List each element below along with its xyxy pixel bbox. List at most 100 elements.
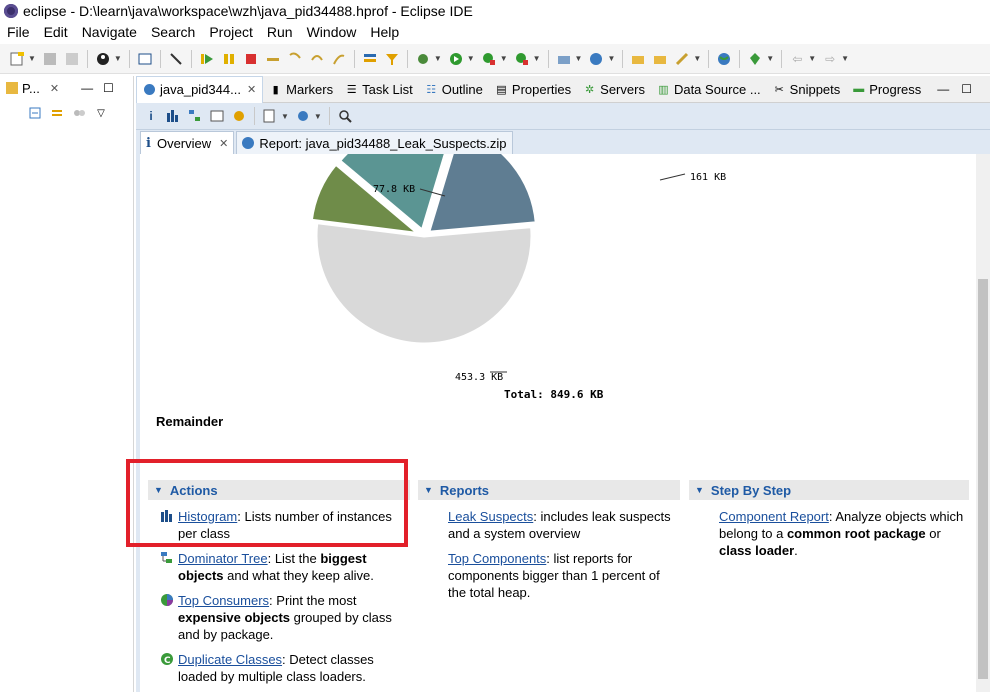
new-icon[interactable] (9, 51, 25, 67)
user-icon[interactable] (95, 51, 111, 67)
histogram-icon[interactable] (165, 108, 181, 124)
scrollbar-thumb[interactable] (978, 279, 988, 679)
menu-navigate[interactable]: Navigate (75, 24, 144, 40)
new-dropdown-icon[interactable]: ▼ (28, 54, 36, 63)
forward-icon[interactable]: ⇨ (822, 51, 838, 67)
user-dropdown-icon[interactable]: ▼ (114, 54, 122, 63)
menu-search[interactable]: Search (144, 24, 202, 40)
console-icon[interactable] (137, 51, 153, 67)
coverage-icon[interactable] (481, 51, 497, 67)
new-server-icon[interactable] (556, 51, 572, 67)
expand-triangle-icon[interactable]: ▼ (424, 485, 433, 495)
menu-help[interactable]: Help (363, 24, 406, 40)
back-icon[interactable]: ⇦ (789, 51, 805, 67)
focus-icon[interactable] (71, 105, 87, 121)
tab-overview-label: Overview (156, 135, 212, 151)
minimize-icon[interactable]: — (937, 82, 949, 96)
tab-task-list[interactable]: ☰ Task List (339, 76, 419, 102)
vertical-scrollbar[interactable] (976, 154, 990, 692)
new-class-dropdown-icon[interactable]: ▼ (607, 54, 615, 63)
leak-suspects-link[interactable]: Leak Suspects (448, 509, 533, 524)
run-report-dropdown-icon[interactable]: ▼ (281, 112, 289, 121)
disconnect-icon[interactable] (265, 51, 281, 67)
info-icon[interactable]: i (143, 108, 159, 124)
tab-data-source-label: Data Source ... (673, 81, 761, 97)
close-icon[interactable]: ✕ (219, 137, 228, 150)
close-icon[interactable]: ✕ (247, 83, 256, 96)
save-all-icon[interactable] (64, 51, 80, 67)
step-return-icon[interactable] (331, 51, 347, 67)
find-object-icon[interactable] (337, 108, 353, 124)
resume-icon[interactable] (199, 51, 215, 67)
suspend-icon[interactable] (221, 51, 237, 67)
menu-file[interactable]: File (0, 24, 37, 40)
duplicate-classes-link[interactable]: Duplicate Classes (178, 652, 282, 667)
tab-progress[interactable]: ▬ Progress (846, 76, 927, 102)
minimize-icon[interactable]: — (81, 81, 93, 95)
tab-snippets[interactable]: ✂ Snippets (767, 76, 847, 102)
pin-icon[interactable] (747, 51, 763, 67)
external-tools-icon[interactable] (514, 51, 530, 67)
tab-leak-suspects-report[interactable]: Report: java_pid34488_Leak_Suspects.zip (236, 131, 513, 154)
heap-pie-chart (309, 154, 686, 373)
menu-project[interactable]: Project (202, 24, 260, 40)
component-report-link[interactable]: Component Report (719, 509, 829, 524)
reports-header[interactable]: ▼ Reports (418, 480, 680, 500)
tab-properties[interactable]: ▤ Properties (489, 76, 577, 102)
dominator-tree-icon[interactable] (187, 108, 203, 124)
tab-data-source[interactable]: ▥ Data Source ... (651, 76, 767, 102)
close-icon[interactable]: ✕ (50, 82, 59, 95)
run-report-icon[interactable] (262, 108, 278, 124)
task-icon[interactable] (362, 51, 378, 67)
save-icon[interactable] (42, 51, 58, 67)
pin-dropdown-icon[interactable]: ▼ (766, 54, 774, 63)
expand-triangle-icon[interactable]: ▼ (695, 485, 704, 495)
open-project-icon[interactable] (652, 51, 668, 67)
step-by-step-header[interactable]: ▼ Step By Step (689, 480, 969, 500)
dominator-tree-link[interactable]: Dominator Tree (178, 551, 268, 566)
package-explorer-tab[interactable]: P... ✕ — ☐ (0, 76, 133, 100)
back-dropdown-icon[interactable]: ▼ (808, 54, 816, 63)
pen-dropdown-icon[interactable]: ▼ (693, 54, 701, 63)
new-server-dropdown-icon[interactable]: ▼ (575, 54, 583, 63)
debug-dropdown-icon[interactable]: ▼ (434, 54, 442, 63)
external-tools-dropdown-icon[interactable]: ▼ (533, 54, 541, 63)
top-consumers-link[interactable]: Top Consumers (178, 593, 269, 608)
step-into-icon[interactable] (287, 51, 303, 67)
menu-run[interactable]: Run (260, 24, 300, 40)
step-over-icon[interactable] (309, 51, 325, 67)
view-tab-bar: java_pid344... ✕ ▮ Markers ☰ Task List ☷ Ou… (136, 75, 990, 103)
pie-leader-line-161kb (659, 173, 686, 181)
pen-icon[interactable] (674, 51, 690, 67)
oql-icon[interactable] (209, 108, 225, 124)
menu-edit[interactable]: Edit (37, 24, 75, 40)
globe-icon[interactable] (716, 51, 732, 67)
menu-window[interactable]: Window (300, 24, 364, 40)
tab-servers[interactable]: ✲ Servers (577, 76, 651, 102)
filter-icon[interactable] (384, 51, 400, 67)
terminate-icon[interactable] (243, 51, 259, 67)
component-report-text-end: . (794, 543, 798, 558)
forward-dropdown-icon[interactable]: ▼ (841, 54, 849, 63)
link-editor-icon[interactable] (49, 105, 65, 121)
tab-outline[interactable]: ☷ Outline (419, 76, 489, 102)
run-dropdown-icon[interactable]: ▼ (467, 54, 475, 63)
tab-heap-dump[interactable]: java_pid344... ✕ (136, 75, 264, 103)
coverage-dropdown-icon[interactable]: ▼ (500, 54, 508, 63)
skip-breakpoints-icon[interactable] (168, 51, 184, 67)
maximize-icon[interactable]: ☐ (103, 81, 114, 95)
run-icon[interactable] (448, 51, 464, 67)
new-class-icon[interactable] (588, 51, 604, 67)
tab-overview[interactable]: i Overview ✕ (140, 131, 235, 154)
query-browser-dropdown-icon[interactable]: ▼ (314, 112, 322, 121)
top-consumers-bold: expensive objects (178, 610, 290, 625)
open-folder-icon[interactable] (630, 51, 646, 67)
debug-icon[interactable] (415, 51, 431, 67)
view-menu-icon[interactable]: ▽ (93, 105, 109, 121)
query-browser-icon[interactable] (295, 108, 311, 124)
maximize-icon[interactable]: ☐ (961, 82, 972, 96)
tab-markers[interactable]: ▮ Markers (263, 76, 339, 102)
top-components-link[interactable]: Top Components (448, 551, 546, 566)
thread-overview-icon[interactable] (231, 108, 247, 124)
collapse-all-icon[interactable] (27, 105, 43, 121)
